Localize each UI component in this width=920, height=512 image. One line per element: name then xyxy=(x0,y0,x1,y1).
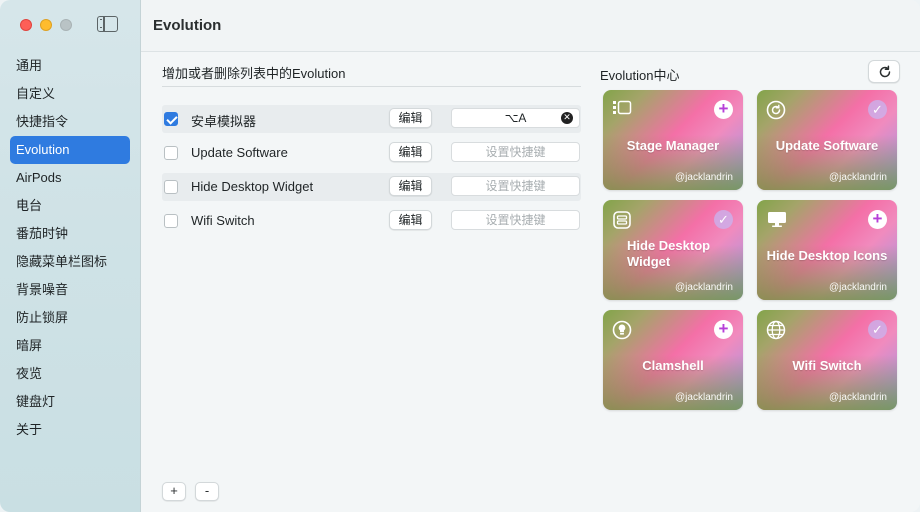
add-evolution-button[interactable]: + xyxy=(714,320,733,339)
card-author: @jacklandrin xyxy=(675,392,733,403)
list-item-label: 安卓模拟器 xyxy=(191,114,257,129)
refresh-icon xyxy=(879,65,891,78)
card-title: Clamshell xyxy=(642,358,704,373)
page-title: Evolution xyxy=(153,17,222,34)
sidebar: 通用 自定义 快捷指令 Evolution AirPods 电台 番茄时钟 隐藏… xyxy=(0,0,141,512)
update-icon xyxy=(766,100,786,120)
enable-checkbox[interactable] xyxy=(164,112,178,126)
sidebar-item-dark-screen[interactable]: 暗屏 xyxy=(10,332,130,360)
card-author: @jacklandrin xyxy=(829,392,887,403)
added-check-icon[interactable]: ✓ xyxy=(868,100,887,119)
card-title: Stage Manager xyxy=(626,138,720,153)
card-author: @jacklandrin xyxy=(829,172,887,183)
shortcut-value: ⌥A xyxy=(504,111,527,125)
center-title: Evolution中心 xyxy=(600,68,680,83)
edit-button[interactable]: 编辑 xyxy=(389,108,432,128)
list-item: Hide Desktop Widget 编辑 设置快捷键 xyxy=(162,173,581,207)
card-author: @jacklandrin xyxy=(675,172,733,183)
edit-button[interactable]: 编辑 xyxy=(389,142,432,162)
enable-checkbox[interactable] xyxy=(164,214,178,228)
app-window: 通用 自定义 快捷指令 Evolution AirPods 电台 番茄时钟 隐藏… xyxy=(0,0,920,512)
add-evolution-button[interactable]: + xyxy=(868,210,887,229)
sidebar-item-background-noise[interactable]: 背景噪音 xyxy=(10,276,130,304)
main-content: 增加或者删除列表中的Evolution 安卓模拟器 编辑 ⌥A ✕ Update… xyxy=(141,52,920,512)
sidebar-item-shortcuts[interactable]: 快捷指令 xyxy=(10,108,130,136)
sidebar-item-night-view[interactable]: 夜览 xyxy=(10,360,130,388)
list-divider xyxy=(162,86,581,87)
remove-button[interactable]: - xyxy=(195,482,219,501)
sidebar-item-about[interactable]: 关于 xyxy=(10,416,130,444)
added-check-icon[interactable]: ✓ xyxy=(868,320,887,339)
sidebar-item-general[interactable]: 通用 xyxy=(10,52,130,80)
card-title: Update Software xyxy=(775,138,879,153)
title-bar: Evolution xyxy=(141,0,920,52)
card-title: Wifi Switch xyxy=(792,358,862,373)
close-window-button[interactable] xyxy=(20,19,32,31)
sidebar-toggle-icon[interactable] xyxy=(97,16,118,32)
refresh-button[interactable] xyxy=(868,60,900,83)
sidebar-item-hide-menubar-icons[interactable]: 隐藏菜单栏图标 xyxy=(10,248,130,276)
list-item-label: Wifi Switch xyxy=(191,213,255,228)
list-item: Update Software 编辑 设置快捷键 xyxy=(162,139,581,173)
card-title: Hide Desktop Widget xyxy=(627,238,711,269)
clear-shortcut-icon[interactable]: ✕ xyxy=(561,112,573,124)
sidebar-item-prevent-lock[interactable]: 防止锁屏 xyxy=(10,304,130,332)
minimize-window-button[interactable] xyxy=(40,19,52,31)
list-item-label: Hide Desktop Widget xyxy=(191,179,314,194)
widget-icon xyxy=(613,211,631,229)
card-title: Hide Desktop Icons xyxy=(766,248,888,263)
sidebar-item-pomodoro[interactable]: 番茄时钟 xyxy=(10,220,130,248)
sidebar-item-airpods[interactable]: AirPods xyxy=(10,164,130,192)
card-clamshell[interactable]: + Clamshell @jacklandrin xyxy=(603,310,743,410)
globe-icon xyxy=(766,320,786,340)
sidebar-item-keyboard-light[interactable]: 键盘灯 xyxy=(10,388,130,416)
bulb-icon xyxy=(612,320,632,340)
card-hide-desktop-widget[interactable]: ✓ Hide Desktop Widget @jacklandrin xyxy=(603,200,743,300)
sidebar-item-custom[interactable]: 自定义 xyxy=(10,80,130,108)
shortcut-field[interactable]: ⌥A ✕ xyxy=(451,108,580,128)
card-stage-manager[interactable]: + Stage Manager @jacklandrin xyxy=(603,90,743,190)
evolution-list: 安卓模拟器 编辑 ⌥A ✕ Update Software 编辑 设置快捷键 H… xyxy=(162,105,581,241)
list-item: Wifi Switch 编辑 设置快捷键 xyxy=(162,207,581,241)
shortcut-field[interactable]: 设置快捷键 xyxy=(451,176,580,196)
edit-button[interactable]: 编辑 xyxy=(389,210,432,230)
edit-button[interactable]: 编辑 xyxy=(389,176,432,196)
sidebar-item-evolution[interactable]: Evolution xyxy=(10,136,130,164)
card-update-software[interactable]: ✓ Update Software @jacklandrin xyxy=(757,90,897,190)
stage-manager-icon xyxy=(613,100,632,115)
sidebar-item-radio[interactable]: 电台 xyxy=(10,192,130,220)
list-item: 安卓模拟器 编辑 ⌥A ✕ xyxy=(162,105,581,139)
shortcut-field[interactable]: 设置快捷键 xyxy=(451,210,580,230)
shortcut-field[interactable]: 设置快捷键 xyxy=(451,142,580,162)
zoom-window-button[interactable] xyxy=(60,19,72,31)
added-check-icon[interactable]: ✓ xyxy=(714,210,733,229)
card-hide-desktop-icons[interactable]: + Hide Desktop Icons @jacklandrin xyxy=(757,200,897,300)
add-evolution-button[interactable]: + xyxy=(714,100,733,119)
desktop-icon xyxy=(768,212,786,227)
sidebar-nav: 通用 自定义 快捷指令 Evolution AirPods 电台 番茄时钟 隐藏… xyxy=(10,52,130,444)
card-author: @jacklandrin xyxy=(675,282,733,293)
add-button[interactable]: + xyxy=(162,482,186,501)
window-controls xyxy=(20,19,72,31)
enable-checkbox[interactable] xyxy=(164,180,178,194)
list-item-label: Update Software xyxy=(191,145,288,160)
list-section-title: 增加或者删除列表中的Evolution xyxy=(162,66,346,81)
enable-checkbox[interactable] xyxy=(164,146,178,160)
card-author: @jacklandrin xyxy=(829,282,887,293)
card-wifi-switch[interactable]: ✓ Wifi Switch @jacklandrin xyxy=(757,310,897,410)
